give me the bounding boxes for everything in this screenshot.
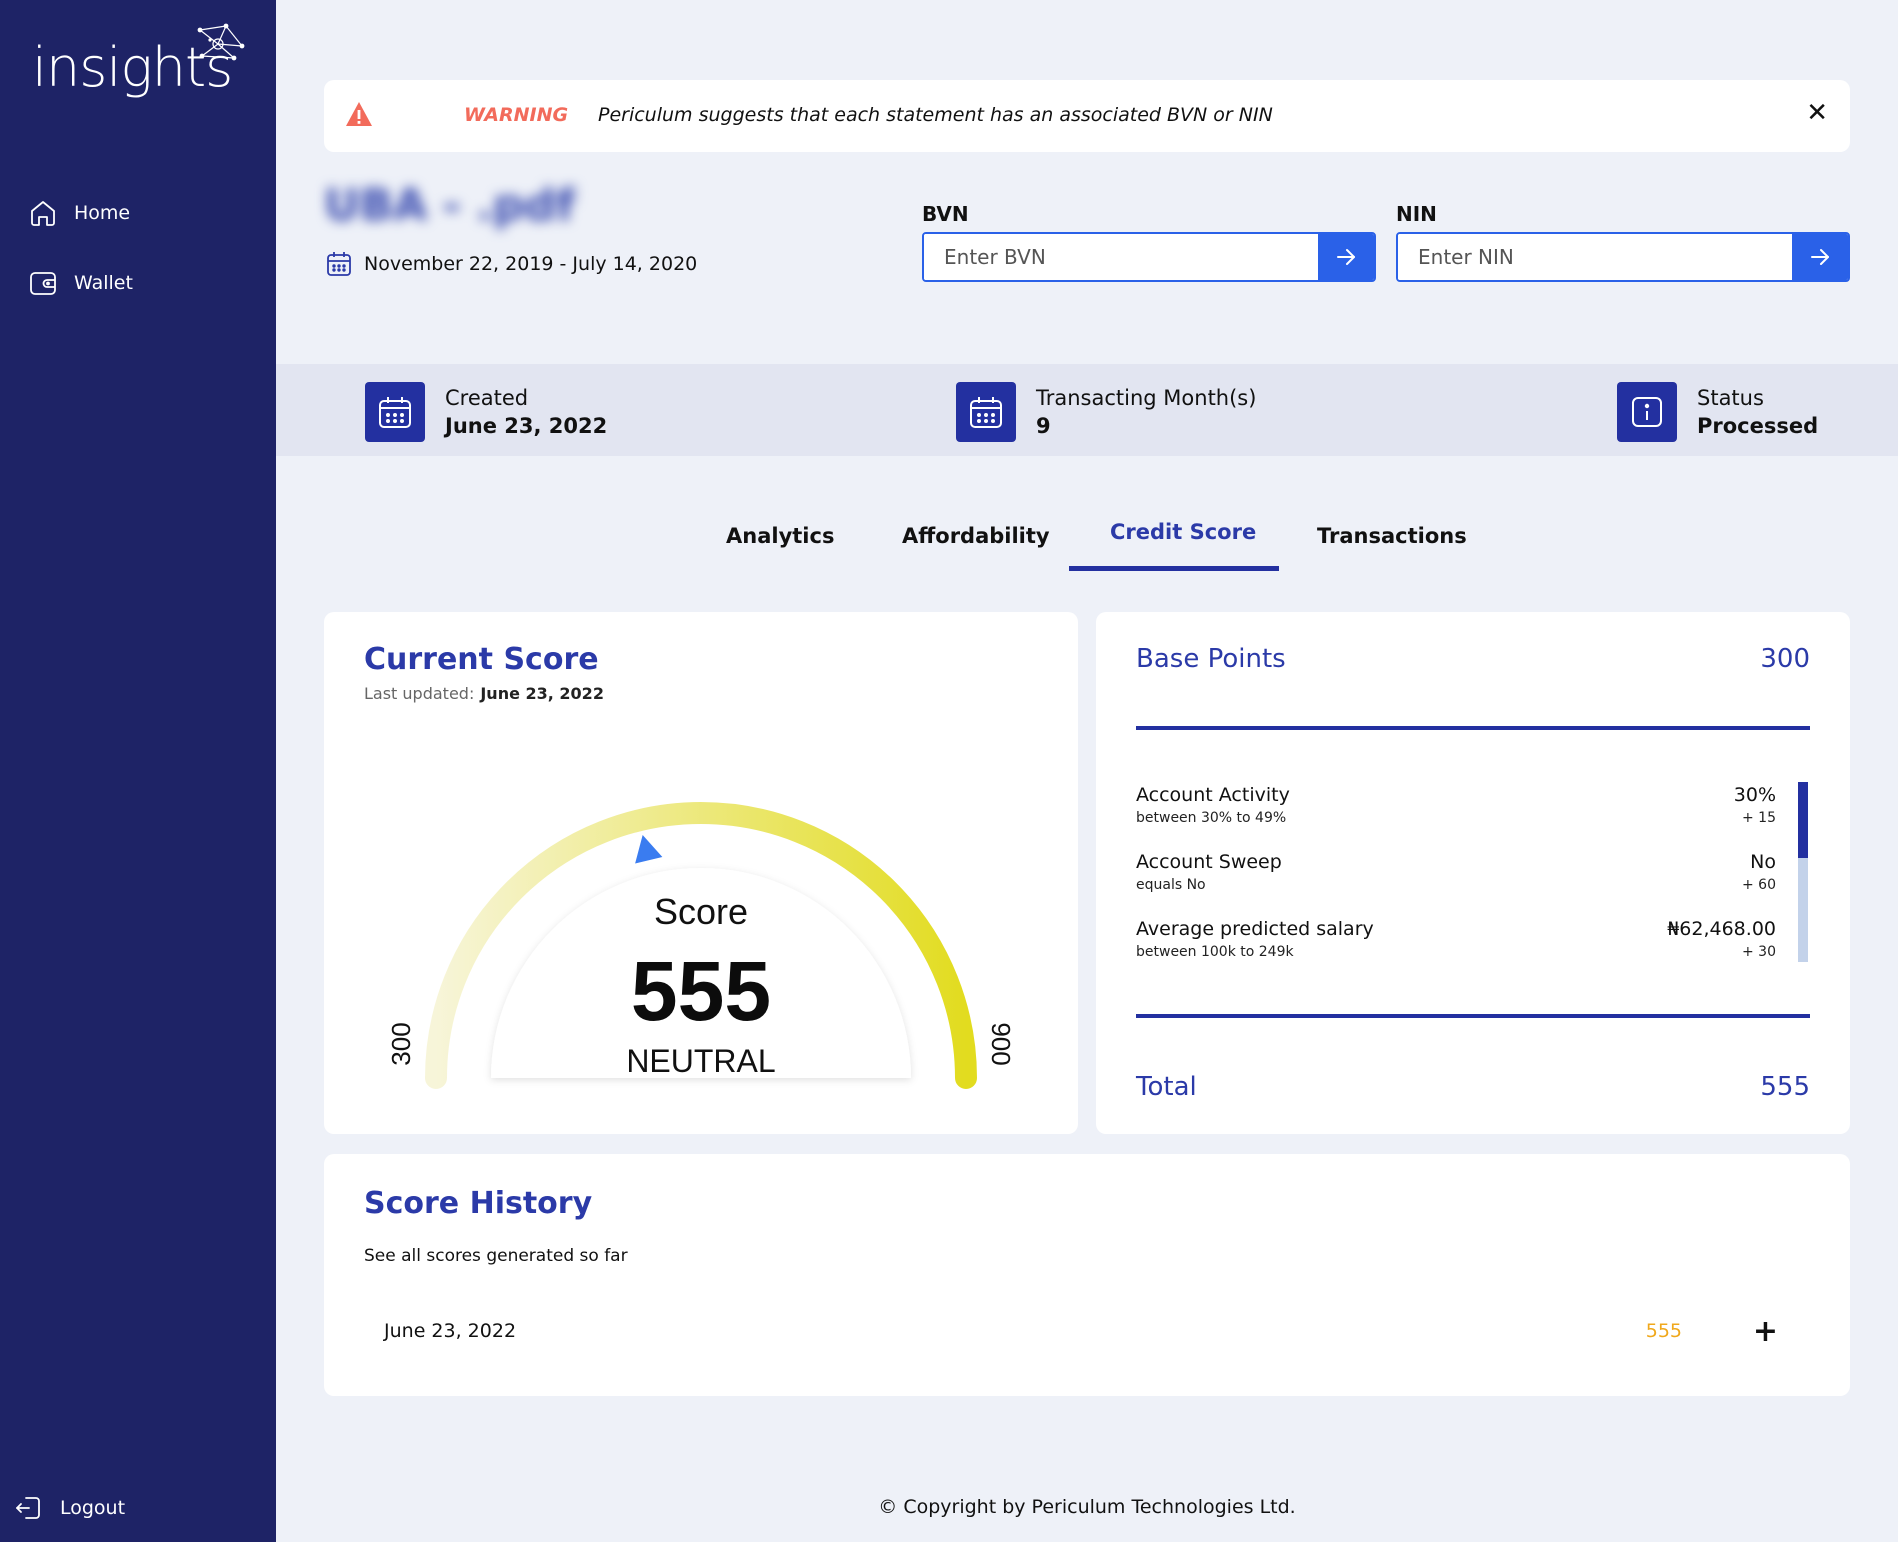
statement-file-name: UBA - .pdf — [324, 180, 576, 231]
logo-network-icon — [197, 23, 245, 61]
sidebar-item-label: Home — [74, 202, 131, 224]
factor-value: 30% — [1733, 784, 1776, 806]
sidebar-item-home[interactable]: Home — [28, 198, 130, 228]
bvn-input-wrap — [922, 232, 1376, 282]
statement-meta-band: Created June 23, 2022 Transacting Month(… — [276, 364, 1898, 456]
history-date: June 23, 2022 — [384, 1320, 517, 1342]
footer-copyright: © Copyright by Periculum Technologies Lt… — [878, 1496, 1296, 1518]
factor-name: Account Activity — [1136, 784, 1290, 806]
score-value: 555 — [631, 944, 771, 1038]
base-points-value: 300 — [1760, 644, 1810, 674]
last-updated: Last updated: June 23, 2022 — [364, 684, 604, 703]
score-history-title: Score History — [364, 1186, 593, 1221]
tab-bar: Analytics Affordability Credit Score Tra… — [276, 510, 1898, 572]
months-value: 9 — [1036, 414, 1051, 438]
current-score-card: Current Score Last updated: June 23, 2022… — [324, 612, 1078, 1134]
calendar-icon — [365, 382, 425, 442]
info-icon — [1617, 382, 1677, 442]
history-score: 555 — [1645, 1320, 1682, 1342]
warning-icon — [346, 102, 372, 126]
current-score-title: Current Score — [364, 642, 599, 677]
nin-submit-button[interactable] — [1792, 234, 1848, 280]
history-row[interactable]: June 23, 2022 555 + — [384, 1314, 1790, 1354]
score-rating: NEUTRAL — [626, 1043, 775, 1079]
bvn-group: BVN — [922, 202, 1376, 282]
gauge-pointer-icon — [635, 834, 663, 864]
expand-icon[interactable]: + — [1753, 1314, 1778, 1349]
calendar-icon — [956, 382, 1016, 442]
arrow-right-icon — [1337, 249, 1355, 265]
meta-status: Status Processed — [1617, 382, 1818, 442]
score-factor: Average predicted salary between 100k to… — [1136, 918, 1776, 960]
arrow-right-icon — [1811, 249, 1829, 265]
warning-message: Periculum suggests that each statement h… — [598, 104, 1273, 126]
base-points-title: Base Points — [1136, 644, 1286, 674]
nin-input[interactable] — [1398, 234, 1792, 280]
divider — [1136, 726, 1810, 730]
tab-credit-score[interactable]: Credit Score — [1110, 520, 1256, 544]
created-value: June 23, 2022 — [445, 414, 608, 438]
active-tab-indicator — [1069, 566, 1279, 571]
last-updated-label: Last updated: — [364, 684, 475, 703]
score-label: Score — [654, 891, 748, 932]
factor-desc: between 30% to 49% — [1136, 810, 1287, 826]
status-value: Processed — [1697, 414, 1819, 438]
divider — [1136, 1014, 1810, 1018]
tab-affordability[interactable]: Affordability — [902, 524, 1050, 548]
nin-group: NIN — [1396, 202, 1850, 282]
meta-transacting-months: Transacting Month(s) 9 — [956, 382, 1256, 442]
nin-label: NIN — [1396, 202, 1437, 226]
wallet-icon — [30, 272, 56, 295]
score-history-subtitle: See all scores generated so far — [364, 1246, 628, 1266]
meta-created: Created June 23, 2022 — [365, 382, 607, 442]
warning-banner: WARNING Periculum suggests that each sta… — [324, 80, 1850, 152]
factor-points: + 15 — [1742, 810, 1776, 826]
base-points-card: Base Points 300 Account Activity between… — [1096, 612, 1850, 1134]
logout-button[interactable]: Logout — [14, 1493, 125, 1523]
bvn-input[interactable] — [924, 234, 1318, 280]
total-value: 555 — [1760, 1072, 1810, 1102]
bvn-label: BVN — [922, 202, 969, 226]
score-factor: Account Activity between 30% to 49% 30% … — [1136, 784, 1776, 826]
bvn-submit-button[interactable] — [1318, 234, 1374, 280]
gauge-min-label: 300 — [386, 1022, 416, 1065]
factor-points: + 60 — [1742, 877, 1776, 893]
logout-icon — [16, 1497, 40, 1519]
score-gauge: Score 555 NEUTRAL 300 900 — [386, 802, 1016, 1089]
logout-label: Logout — [60, 1497, 126, 1519]
status-label: Status — [1697, 386, 1764, 410]
scrollbar-thumb[interactable] — [1798, 782, 1808, 858]
main-content: WARNING Periculum suggests that each sta… — [276, 0, 1898, 1542]
nin-input-wrap — [1396, 232, 1850, 282]
calendar-icon — [327, 252, 351, 276]
factor-points: + 30 — [1742, 944, 1776, 960]
score-history-card: Score History See all scores generated s… — [324, 1154, 1850, 1396]
tab-analytics[interactable]: Analytics — [726, 524, 834, 548]
home-icon — [31, 201, 55, 226]
factor-name: Account Sweep — [1136, 851, 1282, 873]
tab-transactions[interactable]: Transactions — [1317, 524, 1467, 548]
factor-value: No — [1750, 851, 1776, 873]
score-factor: Account Sweep equals No No + 60 — [1136, 851, 1776, 893]
statement-date-range: November 22, 2019 - July 14, 2020 — [326, 250, 697, 278]
gauge-max-label: 900 — [986, 1022, 1016, 1065]
sidebar-item-label: Wallet — [74, 272, 133, 294]
factor-desc: equals No — [1136, 877, 1206, 893]
warning-label: WARNING — [464, 104, 569, 126]
factor-desc: between 100k to 249k — [1136, 944, 1294, 960]
sidebar: insights Home Wallet Logout — [0, 0, 276, 1542]
sidebar-item-wallet[interactable]: Wallet — [28, 268, 133, 298]
factor-value: ₦62,468.00 — [1667, 918, 1776, 940]
months-label: Transacting Month(s) — [1036, 386, 1257, 410]
date-range-text: November 22, 2019 - July 14, 2020 — [364, 253, 698, 275]
factor-scrollbar[interactable] — [1798, 782, 1808, 962]
close-icon[interactable]: ✕ — [1806, 98, 1828, 128]
total-label: Total — [1136, 1072, 1197, 1102]
last-updated-value: June 23, 2022 — [480, 684, 604, 703]
created-label: Created — [445, 386, 529, 410]
